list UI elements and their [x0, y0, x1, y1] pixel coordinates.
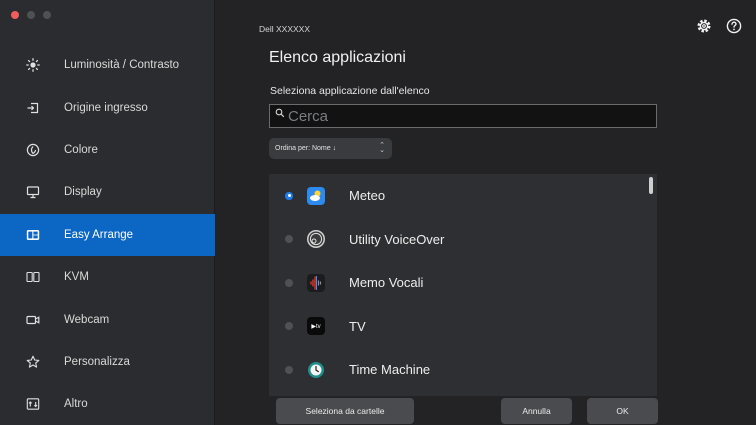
kvm-icon [26, 270, 40, 284]
sidebar-item-more[interactable]: Altro [0, 383, 215, 425]
sidebar-item-kvm[interactable]: KVM [0, 256, 215, 298]
sidebar-item-label: Webcam [64, 313, 110, 326]
minimize-window-button[interactable] [27, 11, 35, 19]
display-icon [26, 185, 40, 199]
brightness-icon [26, 58, 40, 73]
easy-arrange-icon [26, 228, 40, 242]
window-controls [11, 11, 51, 19]
monitor-name: Dell XXXXXX [259, 24, 311, 34]
voice-memos-icon [307, 273, 325, 292]
sidebar-item-label: Origine ingresso [64, 101, 148, 114]
sidebar-item-display[interactable]: Display [0, 171, 215, 213]
header-actions [696, 18, 742, 34]
list-instruction: Seleziona applicazione dall'elenco [270, 85, 430, 97]
sidebar-item-label: KVM [64, 271, 89, 284]
list-item[interactable]: Memo Vocali [269, 261, 657, 305]
star-icon [26, 355, 40, 369]
ok-button[interactable]: OK [587, 398, 658, 424]
color-icon [26, 143, 40, 157]
radio-button[interactable] [285, 365, 293, 374]
sidebar-item-easy-arrange[interactable]: Easy Arrange [0, 213, 215, 256]
help-icon[interactable] [726, 18, 742, 34]
page-title: Elenco applicazioni [269, 49, 406, 66]
sidebar-item-webcam[interactable]: Webcam [0, 298, 215, 340]
main-panel: Dell XXXXXX Elenco applicazioni Selezion… [216, 0, 756, 425]
time-machine-icon [307, 361, 325, 379]
app-name: TV [349, 318, 366, 334]
list-scrollbar[interactable] [649, 177, 653, 194]
sidebar-item-personalize[interactable]: Personalizza [0, 341, 215, 383]
chevron-up-down-icon: ⌃ ⌄ [379, 142, 385, 154]
search-icon [275, 108, 285, 118]
radio-button[interactable] [285, 191, 293, 200]
voiceover-icon [307, 230, 325, 249]
tv-icon: ▶tv [307, 317, 325, 336]
sidebar-item-brightness-contrast[interactable]: Luminosità / Contrasto [0, 44, 215, 86]
select-from-folders-button[interactable]: Seleziona da cartelle [276, 398, 414, 424]
gear-icon[interactable] [696, 18, 712, 34]
more-icon [26, 397, 40, 411]
close-window-button[interactable] [11, 11, 19, 19]
search-box[interactable] [269, 104, 657, 128]
sidebar-item-label: Display [64, 186, 102, 199]
cancel-button[interactable]: Annulla [501, 398, 572, 424]
app-name: Memo Vocali [349, 275, 424, 291]
radio-button[interactable] [285, 278, 293, 287]
sidebar-nav: Luminosità / Contrasto Origine ingresso … [0, 44, 215, 425]
sidebar-item-color[interactable]: Colore [0, 129, 215, 171]
sort-label: Ordina per: Nome ↓ [275, 145, 337, 152]
search-input[interactable] [288, 107, 638, 125]
list-item[interactable]: Meteo [269, 174, 657, 218]
webcam-icon [26, 313, 40, 327]
sidebar-item-input-source[interactable]: Origine ingresso [0, 86, 215, 128]
sidebar: Luminosità / Contrasto Origine ingresso … [0, 0, 215, 425]
sidebar-item-label: Altro [64, 398, 88, 411]
app-name: Utility VoiceOver [349, 231, 445, 247]
sidebar-item-label: Luminosità / Contrasto [64, 59, 180, 72]
list-item[interactable]: ▶tv TV [269, 305, 657, 349]
sidebar-item-label: Easy Arrange [64, 228, 134, 241]
app-list[interactable]: Meteo Utility VoiceOver Memo Vocali ▶tv … [269, 174, 657, 396]
app-name: Meteo [349, 188, 386, 204]
weather-icon [307, 186, 325, 205]
zoom-window-button[interactable] [43, 11, 51, 19]
list-item[interactable]: Utility VoiceOver [269, 218, 657, 262]
app-name: Time Machine [349, 362, 431, 378]
radio-button[interactable] [285, 235, 293, 244]
sidebar-item-label: Personalizza [64, 355, 130, 368]
input-source-icon [26, 101, 40, 115]
list-item[interactable]: Time Machine [269, 348, 657, 392]
radio-button[interactable] [285, 322, 293, 331]
sort-dropdown[interactable]: Ordina per: Nome ↓ ⌃ ⌄ [269, 138, 392, 159]
sidebar-item-label: Colore [64, 143, 98, 156]
